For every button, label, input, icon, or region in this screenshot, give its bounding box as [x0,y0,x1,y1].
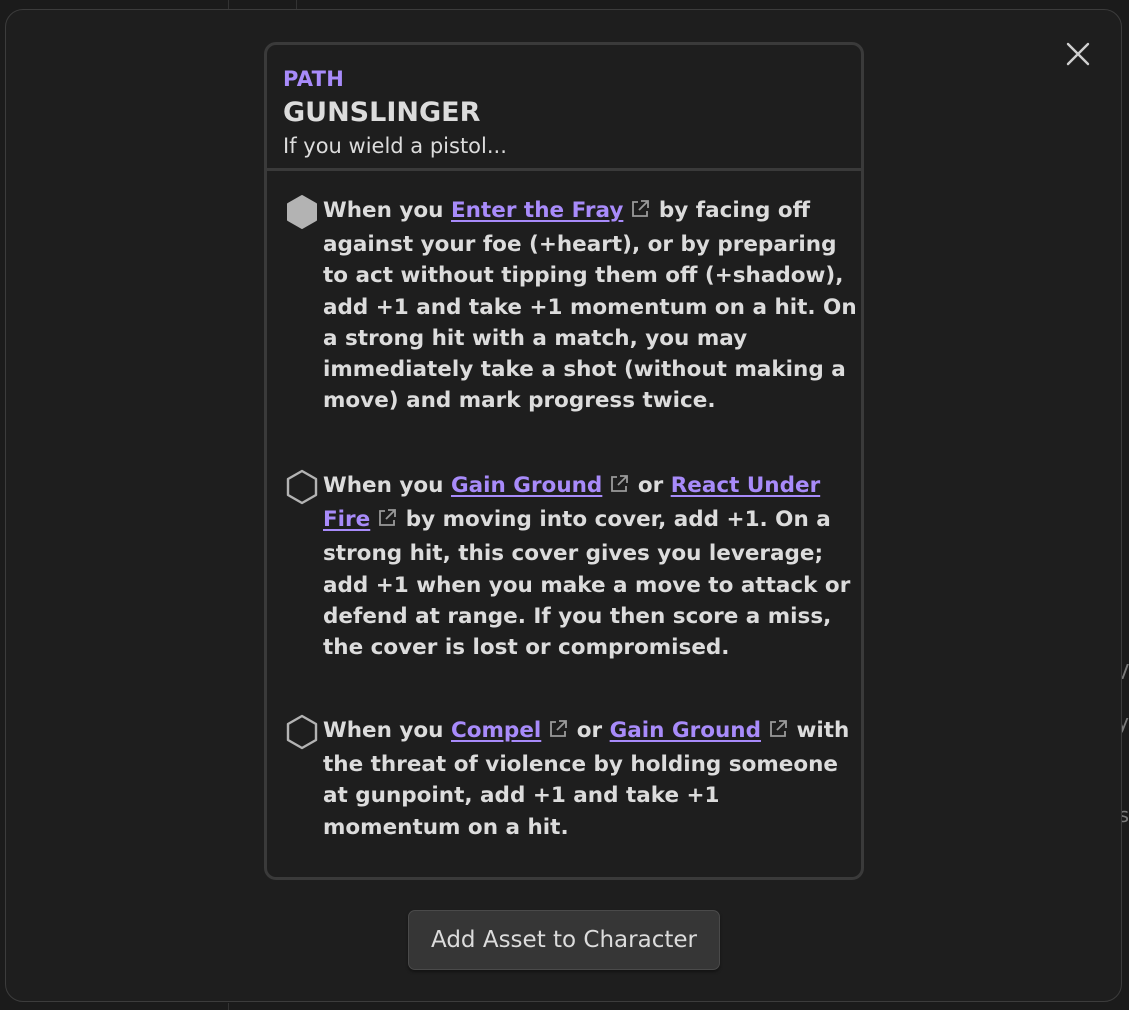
move-link[interactable]: Gain Ground [451,473,602,498]
ability-text-segment: or [569,718,610,743]
asset-name: GUNSLINGER [283,97,481,128]
hexagon-outline-icon [286,714,318,750]
ability-text: When you Compel or Gain Ground with the … [323,714,857,843]
ability-text-segment: When you [323,198,451,223]
close-button[interactable] [1058,34,1098,74]
ability-3: When you Compel or Gain Ground with the … [285,714,857,843]
close-icon [1066,42,1090,66]
ability-text-segment: When you [323,718,451,743]
asset-card: PATH GUNSLINGER If you wield a pistol...… [264,42,864,880]
move-link[interactable]: Enter the Fray [451,198,623,223]
ability-text-segment: by facing off against your foe (+heart),… [323,198,857,414]
move-link[interactable]: Gain Ground [610,718,761,743]
ability-marker-filled[interactable] [285,194,323,234]
hexagon-outline-icon [286,469,318,505]
background-divider [228,1003,229,1010]
ability-text-segment: When you [323,473,451,498]
ability-text: When you Gain Ground or React Under Fire… [323,469,857,663]
external-link-icon[interactable] [608,473,630,504]
asset-card-header: PATH GUNSLINGER If you wield a pistol... [267,45,861,171]
asset-category: PATH [283,67,345,91]
asset-requirement: If you wield a pistol... [283,134,507,158]
external-link-icon[interactable] [547,718,569,749]
hexagon-filled-icon [287,195,317,229]
add-asset-button[interactable]: Add Asset to Character [408,910,720,970]
ability-text: When you Enter the Fray by facing off ag… [323,194,857,416]
move-link[interactable]: Compel [451,718,541,743]
ability-marker-empty[interactable] [285,469,323,509]
external-link-icon[interactable] [376,507,398,538]
external-link-icon[interactable] [767,718,789,749]
ability-2: When you Gain Ground or React Under Fire… [285,469,857,663]
ability-1: When you Enter the Fray by facing off ag… [285,194,857,416]
ability-text-segment: or [630,473,671,498]
ability-text-segment: by moving into cover, add +1. On a stron… [323,507,851,661]
ability-marker-empty[interactable] [285,714,323,754]
external-link-icon[interactable] [629,198,651,229]
